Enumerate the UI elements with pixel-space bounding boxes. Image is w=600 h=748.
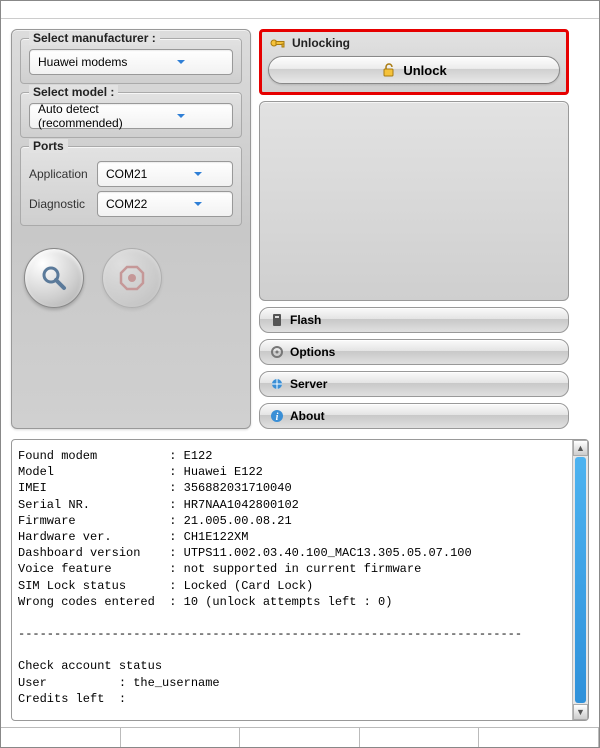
diag-port-value: COM22	[106, 197, 167, 211]
stop-icon	[118, 264, 146, 292]
log-text[interactable]: Found modem : E122 Model : Huawei E122 I…	[12, 440, 572, 720]
titlebar	[1, 1, 599, 19]
log-area: Found modem : E122 Model : Huawei E122 I…	[11, 439, 589, 721]
manufacturer-label: Select manufacturer :	[29, 31, 160, 45]
key-icon	[270, 36, 286, 50]
flash-icon	[270, 313, 284, 327]
app-port-value: COM21	[106, 167, 167, 181]
flash-label: Flash	[290, 313, 321, 327]
model-group: Select model : Auto detect (recommended)	[20, 92, 242, 138]
options-button[interactable]: Options	[259, 339, 569, 365]
model-combo[interactable]: Auto detect (recommended)	[29, 103, 233, 129]
diag-port-combo[interactable]: COM22	[97, 191, 233, 217]
unlocking-label: Unlocking	[292, 36, 350, 50]
ports-group: Ports Application COM21 Diagnostic COM22	[20, 146, 242, 226]
unlocking-header: Unlocking	[268, 36, 560, 56]
search-button[interactable]	[24, 248, 84, 308]
diag-port-label: Diagnostic	[29, 197, 91, 211]
server-icon	[270, 377, 284, 391]
chevron-down-icon	[133, 53, 228, 71]
scroll-thumb[interactable]	[575, 457, 586, 703]
flash-button[interactable]: Flash	[259, 307, 569, 333]
about-button[interactable]: i About	[259, 403, 569, 429]
server-button[interactable]: Server	[259, 371, 569, 397]
scroll-up-icon[interactable]: ▲	[573, 440, 588, 456]
stop-button[interactable]	[102, 248, 162, 308]
manufacturer-group: Select manufacturer : Huawei modems	[20, 38, 242, 84]
content-panel	[259, 101, 569, 301]
chevron-down-icon	[167, 165, 228, 183]
model-value: Auto detect (recommended)	[38, 102, 133, 130]
app-window: Select manufacturer : Huawei modems Sele…	[0, 0, 600, 748]
scroll-down-icon[interactable]: ▼	[573, 704, 588, 720]
statusbar	[1, 727, 599, 747]
scrollbar[interactable]: ▲ ▼	[572, 440, 588, 720]
unlock-button[interactable]: Unlock	[268, 56, 560, 84]
round-buttons	[20, 234, 242, 312]
model-label: Select model :	[29, 85, 118, 99]
app-port-combo[interactable]: COM21	[97, 161, 233, 187]
server-label: Server	[290, 377, 327, 391]
unlock-label: Unlock	[403, 63, 446, 78]
manufacturer-value: Huawei modems	[38, 55, 133, 69]
manufacturer-combo[interactable]: Huawei modems	[29, 49, 233, 75]
ports-label: Ports	[29, 139, 68, 153]
svg-text:i: i	[276, 412, 279, 423]
right-panel: Unlocking Unlock Flash Options	[259, 29, 569, 429]
gear-icon	[270, 345, 284, 359]
app-port-label: Application	[29, 167, 91, 181]
about-label: About	[290, 409, 325, 423]
chevron-down-icon	[167, 195, 228, 213]
search-icon	[39, 263, 69, 293]
chevron-down-icon	[133, 107, 228, 125]
unlock-highlight: Unlocking Unlock	[259, 29, 569, 95]
padlock-open-icon	[381, 63, 395, 77]
left-panel: Select manufacturer : Huawei modems Sele…	[11, 29, 251, 429]
main-area: Select manufacturer : Huawei modems Sele…	[1, 19, 599, 439]
info-icon: i	[270, 409, 284, 423]
options-label: Options	[290, 345, 335, 359]
